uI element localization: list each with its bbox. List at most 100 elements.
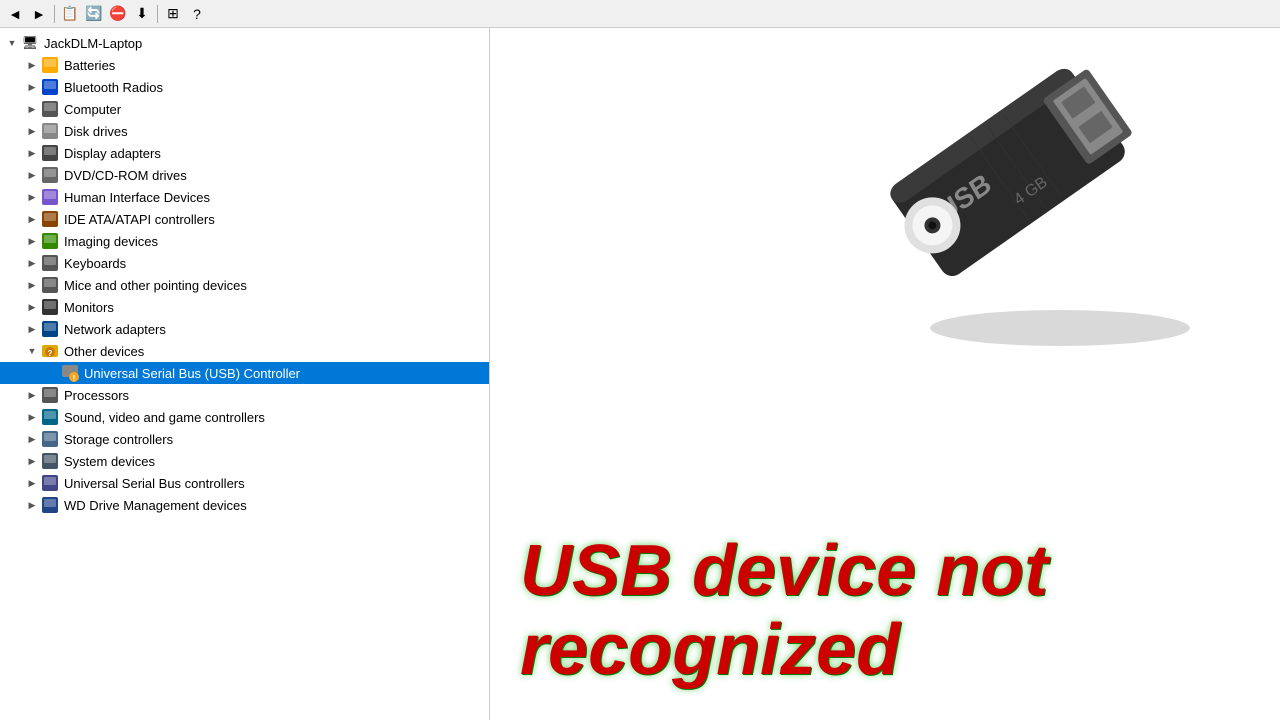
properties-button[interactable]: 📋 <box>59 3 81 25</box>
help-button[interactable]: ? <box>186 3 208 25</box>
expander-dvd[interactable]: ▶ <box>24 167 40 183</box>
root-icon: 🖥 <box>20 34 40 52</box>
icon-monitors <box>40 298 60 316</box>
label-bluetooth: Bluetooth Radios <box>64 80 163 95</box>
label-disk: Disk drives <box>64 124 128 139</box>
tree-item-usb-controller[interactable]: ! Universal Serial Bus (USB) Controller <box>0 362 489 384</box>
label-sound: Sound, video and game controllers <box>64 410 265 425</box>
icon-dvd <box>40 166 60 184</box>
tree-container: ▶ Batteries ▶ Bluetooth Radios ▶ Computer ▶ Dis… <box>0 54 489 516</box>
tree-item-other[interactable]: ▼? Other devices <box>0 340 489 362</box>
icon-usb-controllers <box>40 474 60 492</box>
icon-disk <box>40 122 60 140</box>
expander-system[interactable]: ▶ <box>24 453 40 469</box>
label-keyboards: Keyboards <box>64 256 126 271</box>
expander-monitors[interactable]: ▶ <box>24 299 40 315</box>
label-batteries: Batteries <box>64 58 115 73</box>
expander-computer[interactable]: ▶ <box>24 101 40 117</box>
icon-sound <box>40 408 60 426</box>
root-expander[interactable]: ▼ <box>4 35 20 51</box>
tree-item-dvd[interactable]: ▶ DVD/CD-ROM drives <box>0 164 489 186</box>
svg-text:?: ? <box>48 349 53 358</box>
tree-item-imaging[interactable]: ▶ Imaging devices <box>0 230 489 252</box>
usb-image: USB 4 GB <box>860 38 1240 358</box>
expander-keyboards[interactable]: ▶ <box>24 255 40 271</box>
label-processors: Processors <box>64 388 129 403</box>
tree-item-wd[interactable]: ▶ WD Drive Management devices <box>0 494 489 516</box>
error-line1: USB device not <box>520 532 1270 611</box>
icon-other: ? <box>40 342 60 360</box>
expander-ide[interactable]: ▶ <box>24 211 40 227</box>
tree-item-hid[interactable]: ▶ Human Interface Devices <box>0 186 489 208</box>
tree-item-sound[interactable]: ▶ Sound, video and game controllers <box>0 406 489 428</box>
main-area: ▼ 🖥 JackDLM-Laptop ▶ Batteries ▶ Bluetooth … <box>0 28 1280 720</box>
label-imaging: Imaging devices <box>64 234 158 249</box>
tree-item-monitors[interactable]: ▶ Monitors <box>0 296 489 318</box>
usb-error-message: USB device not recognized <box>520 532 1270 690</box>
label-usb-controller: Universal Serial Bus (USB) Controller <box>84 366 300 381</box>
expander-disk[interactable]: ▶ <box>24 123 40 139</box>
icon-keyboards <box>40 254 60 272</box>
tree-item-keyboards[interactable]: ▶ Keyboards <box>0 252 489 274</box>
icon-ide <box>40 210 60 228</box>
expander-wd[interactable]: ▶ <box>24 497 40 513</box>
tree-item-processors[interactable]: ▶ Processors <box>0 384 489 406</box>
tree-item-batteries[interactable]: ▶ Batteries <box>0 54 489 76</box>
uninstall-button[interactable]: ⛔ <box>107 3 129 25</box>
expander-mice[interactable]: ▶ <box>24 277 40 293</box>
expander-display[interactable]: ▶ <box>24 145 40 161</box>
update-driver-button[interactable]: 🔄 <box>83 3 105 25</box>
root-label: JackDLM-Laptop <box>44 36 142 51</box>
tree-item-network[interactable]: ▶Network adapters <box>0 318 489 340</box>
expander-batteries[interactable]: ▶ <box>24 57 40 73</box>
view-button[interactable]: ⊞ <box>162 3 184 25</box>
icon-system <box>40 452 60 470</box>
icon-storage <box>40 430 60 448</box>
label-usb-controllers: Universal Serial Bus controllers <box>64 476 245 491</box>
expander-usb-controllers[interactable]: ▶ <box>24 475 40 491</box>
device-tree-panel[interactable]: ▼ 🖥 JackDLM-Laptop ▶ Batteries ▶ Bluetooth … <box>0 28 490 720</box>
toolbar-separator-1 <box>54 5 55 23</box>
icon-network <box>40 320 60 338</box>
tree-item-mice[interactable]: ▶ Mice and other pointing devices <box>0 274 489 296</box>
label-computer: Computer <box>64 102 121 117</box>
icon-batteries <box>40 56 60 74</box>
expander-sound[interactable]: ▶ <box>24 409 40 425</box>
tree-item-display[interactable]: ▶ Display adapters <box>0 142 489 164</box>
label-wd: WD Drive Management devices <box>64 498 247 513</box>
tree-item-system[interactable]: ▶ System devices <box>0 450 489 472</box>
label-mice: Mice and other pointing devices <box>64 278 247 293</box>
icon-display <box>40 144 60 162</box>
expander-usb-controller[interactable] <box>44 365 60 381</box>
forward-button[interactable]: ► <box>28 3 50 25</box>
label-ide: IDE ATA/ATAPI controllers <box>64 212 215 227</box>
back-button[interactable]: ◄ <box>4 3 26 25</box>
toolbar: ◄ ► 📋 🔄 ⛔ ⬇ ⊞ ? <box>0 0 1280 28</box>
tree-item-storage[interactable]: ▶Storage controllers <box>0 428 489 450</box>
label-other: Other devices <box>64 344 144 359</box>
icon-imaging <box>40 232 60 250</box>
label-system: System devices <box>64 454 155 469</box>
expander-storage[interactable]: ▶ <box>24 431 40 447</box>
label-hid: Human Interface Devices <box>64 190 210 205</box>
tree-item-bluetooth[interactable]: ▶ Bluetooth Radios <box>0 76 489 98</box>
expander-imaging[interactable]: ▶ <box>24 233 40 249</box>
expander-network[interactable]: ▶ <box>24 321 40 337</box>
expander-processors[interactable]: ▶ <box>24 387 40 403</box>
svg-text:!: ! <box>73 374 76 382</box>
expander-hid[interactable]: ▶ <box>24 189 40 205</box>
label-display: Display adapters <box>64 146 161 161</box>
expander-other[interactable]: ▼ <box>24 343 40 359</box>
expander-bluetooth[interactable]: ▶ <box>24 79 40 95</box>
tree-item-usb-controllers[interactable]: ▶ Universal Serial Bus controllers <box>0 472 489 494</box>
label-dvd: DVD/CD-ROM drives <box>64 168 187 183</box>
tree-item-computer[interactable]: ▶ Computer <box>0 98 489 120</box>
error-line2: recognized <box>520 611 1270 690</box>
tree-item-disk[interactable]: ▶ Disk drives <box>0 120 489 142</box>
tree-root[interactable]: ▼ 🖥 JackDLM-Laptop <box>0 32 489 54</box>
toolbar-separator-2 <box>157 5 158 23</box>
icon-wd <box>40 496 60 514</box>
tree-item-ide[interactable]: ▶ IDE ATA/ATAPI controllers <box>0 208 489 230</box>
label-monitors: Monitors <box>64 300 114 315</box>
scan-button[interactable]: ⬇ <box>131 3 153 25</box>
